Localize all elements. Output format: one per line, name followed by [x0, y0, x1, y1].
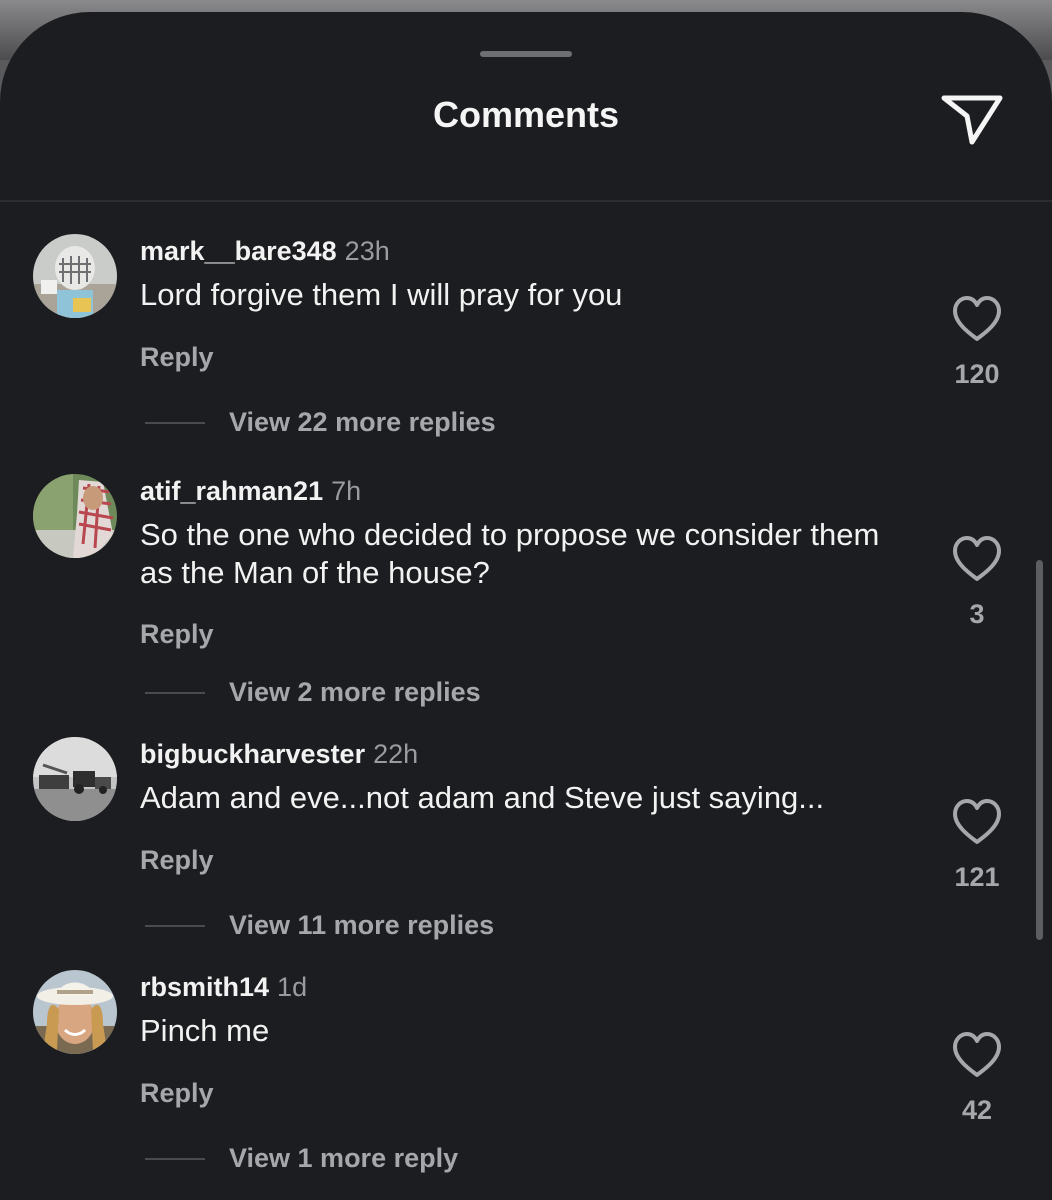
- avatar[interactable]: [33, 234, 117, 318]
- comment-meta: rbsmith14 1d: [140, 970, 307, 1004]
- like-count: 121: [954, 862, 1000, 892]
- comment-time: 23h: [344, 236, 390, 266]
- sheet-grabber[interactable]: [480, 51, 572, 57]
- heart-icon: [953, 1032, 1001, 1077]
- view-replies-line: [145, 925, 205, 927]
- reply-button[interactable]: Reply: [140, 1076, 214, 1110]
- view-replies-line: [145, 422, 205, 424]
- comment-username[interactable]: atif_rahman21: [140, 476, 323, 506]
- heart-icon: [953, 536, 1001, 581]
- keffiyeh-person-avatar: [33, 474, 117, 558]
- view-replies-button[interactable]: View 1 more reply: [229, 1141, 458, 1175]
- comment-meta: mark__bare348 23h: [140, 234, 390, 268]
- like-button[interactable]: [950, 294, 1004, 344]
- comment-time: 1d: [277, 972, 308, 1002]
- scrollbar[interactable]: [1036, 560, 1043, 940]
- paper-plane-icon: [941, 95, 1003, 145]
- like-count: 42: [961, 1095, 993, 1125]
- comment-username[interactable]: rbsmith14: [140, 972, 269, 1002]
- view-replies-button[interactable]: View 22 more replies: [229, 405, 496, 439]
- comment-text: Lord forgive them I will pray for you: [140, 277, 623, 312]
- view-replies-line: [145, 692, 205, 694]
- comment-meta: bigbuckharvester 22h: [140, 737, 418, 771]
- reply-button[interactable]: Reply: [140, 340, 214, 374]
- header-divider: [0, 200, 1052, 202]
- like-count: 3: [969, 599, 985, 629]
- avatar[interactable]: [33, 474, 117, 558]
- view-replies-line: [145, 1158, 205, 1160]
- comment-time: 7h: [331, 476, 362, 506]
- comment-time: 22h: [373, 739, 419, 769]
- harvester-avatar: [33, 737, 117, 821]
- like-button[interactable]: [950, 1030, 1004, 1080]
- page-title: Comments: [432, 94, 620, 135]
- reply-button[interactable]: Reply: [140, 843, 214, 877]
- like-button[interactable]: [950, 797, 1004, 847]
- cowboy-hat-person-avatar: [33, 970, 117, 1054]
- comment-text: Pinch me: [140, 1013, 270, 1048]
- reply-button[interactable]: Reply: [140, 617, 214, 651]
- view-replies-button[interactable]: View 2 more replies: [229, 675, 481, 709]
- comment-text: Adam and eve...not adam and Steve just s…: [140, 780, 825, 815]
- like-count: 120: [954, 359, 1000, 389]
- comment-username[interactable]: mark__bare348: [140, 236, 337, 266]
- share-button[interactable]: [940, 88, 1004, 148]
- comment-text: So the one who decided to propose we con…: [140, 517, 880, 590]
- avatar[interactable]: [33, 970, 117, 1054]
- lacrosse-helmet-avatar: [33, 234, 117, 318]
- heart-icon: [953, 296, 1001, 341]
- avatar[interactable]: [33, 737, 117, 821]
- heart-icon: [953, 799, 1001, 844]
- view-replies-button[interactable]: View 11 more replies: [229, 908, 494, 942]
- comments-sheet: Comments mark__bare348 23h Lord forgive t…: [0, 12, 1052, 1200]
- comment-username[interactable]: bigbuckharvester: [140, 739, 365, 769]
- comment-meta: atif_rahman21 7h: [140, 474, 361, 508]
- like-button[interactable]: [950, 534, 1004, 584]
